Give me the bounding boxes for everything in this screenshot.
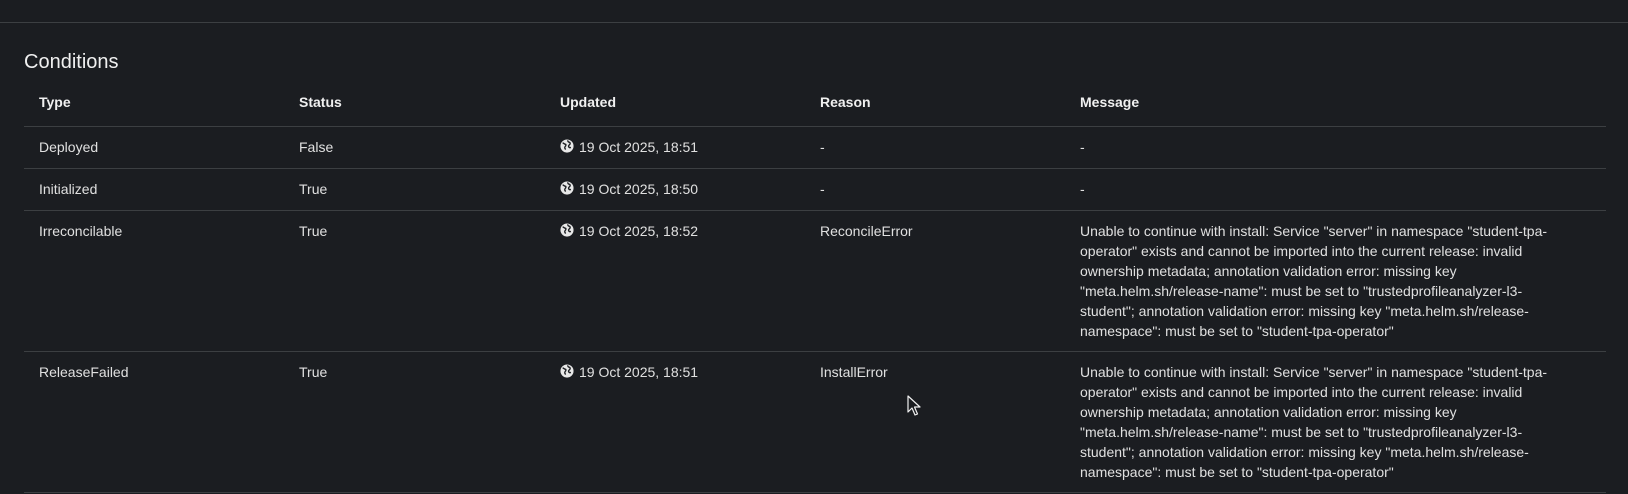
column-header-updated[interactable]: Updated [545, 86, 805, 127]
cell-reason: - [805, 168, 1065, 211]
cell-updated: 19 Oct 2025, 18:51 [545, 351, 805, 493]
column-header-message[interactable]: Message [1065, 86, 1606, 127]
cell-message: Unable to continue with install: Service… [1065, 210, 1606, 352]
cell-status: True [284, 210, 545, 352]
cell-type: Irreconcilable [24, 210, 284, 352]
updated-timestamp: 19 Oct 2025, 18:50 [579, 180, 699, 197]
message-text: Unable to continue with install: Service… [1080, 222, 1548, 339]
message-text: - [1080, 180, 1085, 197]
cell-updated: 19 Oct 2025, 18:51 [545, 126, 805, 169]
updated-timestamp: 19 Oct 2025, 18:52 [579, 222, 699, 239]
globe-icon [560, 138, 574, 153]
mouse-cursor-icon [907, 395, 921, 416]
cell-type: Initialized [24, 168, 284, 211]
globe-icon [560, 363, 574, 378]
globe-icon [560, 180, 574, 195]
table-header-row: Type Status Updated Reason Message [24, 86, 1606, 127]
cell-updated: 19 Oct 2025, 18:50 [545, 168, 805, 211]
conditions-table: Type Status Updated Reason Message Deplo… [24, 86, 1606, 493]
conditions-section: Conditions Type Status Updated Reason Me… [24, 46, 1606, 493]
message-text: Unable to continue with install: Service… [1080, 363, 1548, 480]
cell-message: Unable to continue with install: Service… [1065, 351, 1606, 493]
table-row: Deployed False 19 Oct 2025, 18:51 - - [24, 126, 1606, 169]
column-header-type[interactable]: Type [24, 86, 284, 127]
cell-status: True [284, 168, 545, 211]
cell-message: - [1065, 168, 1606, 211]
column-header-reason[interactable]: Reason [805, 86, 1065, 127]
updated-timestamp: 19 Oct 2025, 18:51 [579, 138, 699, 155]
updated-timestamp: 19 Oct 2025, 18:51 [579, 363, 699, 380]
table-row: Irreconcilable True 19 Oct 2025, 18:52 R… [24, 210, 1606, 352]
table-row: ReleaseFailed True 19 Oct 2025, 18:51 In… [24, 351, 1606, 493]
cell-type: Deployed [24, 126, 284, 169]
section-title: Conditions [24, 51, 119, 73]
message-text: - [1080, 138, 1085, 155]
cell-updated: 19 Oct 2025, 18:52 [545, 210, 805, 352]
column-header-status[interactable]: Status [284, 86, 545, 127]
cell-type: ReleaseFailed [24, 351, 284, 493]
cell-reason: - [805, 126, 1065, 169]
globe-icon [560, 222, 574, 237]
cell-message: - [1065, 126, 1606, 169]
table-row: Initialized True 19 Oct 2025, 18:50 - - [24, 168, 1606, 211]
cell-reason: ReconcileError [805, 210, 1065, 352]
top-divider [0, 22, 1628, 23]
cell-status: False [284, 126, 545, 169]
cell-reason: InstallError [805, 351, 1065, 493]
cell-status: True [284, 351, 545, 493]
